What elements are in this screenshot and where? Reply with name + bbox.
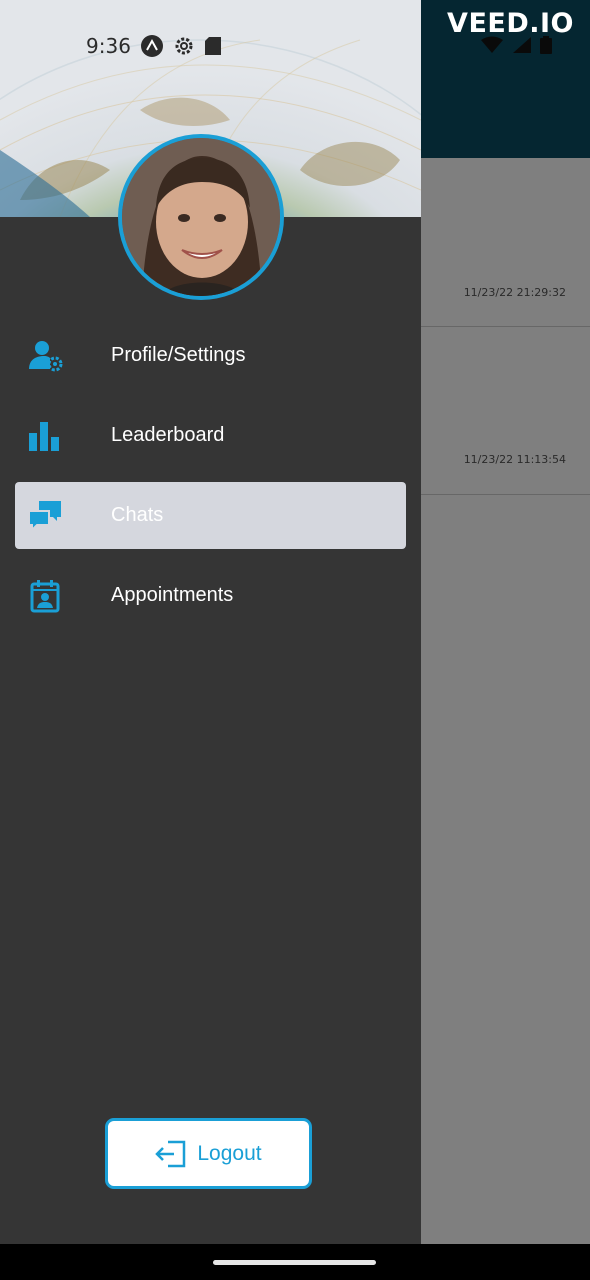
menu-item-appointments[interactable]: Appointments [15,562,406,629]
veed-watermark: VEED.IO [447,8,574,39]
home-gesture-handle[interactable] [213,1260,376,1265]
menu-item-label: Chats [111,504,164,526]
menu-item-label: Appointments [111,584,234,606]
bar-chart-icon [29,422,59,451]
user-settings-icon [29,341,63,372]
calendar-contact-icon [30,580,60,613]
menu-item-chats[interactable]: Chats [15,482,406,549]
logout-button[interactable]: Logout [105,1118,312,1189]
status-left: 9:36 [86,34,221,58]
menu-item-label: Leaderboard [111,424,225,446]
menu-item-label: Profile/Settings [111,344,246,366]
gear-icon [175,37,193,55]
app-a-icon [140,35,163,57]
status-time: 9:36 [86,34,131,58]
menu-item-profile-settings[interactable]: Profile/Settings [15,322,406,389]
system-nav-bar [0,1244,590,1280]
navigation-drawer: 9:36 Profile/Settings Leaderboard Chats … [0,0,421,1244]
avatar-photo [122,138,280,296]
logout-icon [155,1140,186,1167]
profile-avatar[interactable] [118,134,284,300]
sd-card-icon [204,37,221,55]
logout-label: Logout [197,1141,262,1165]
menu-item-leaderboard[interactable]: Leaderboard [15,402,406,469]
chat-bubbles-icon [28,501,61,533]
